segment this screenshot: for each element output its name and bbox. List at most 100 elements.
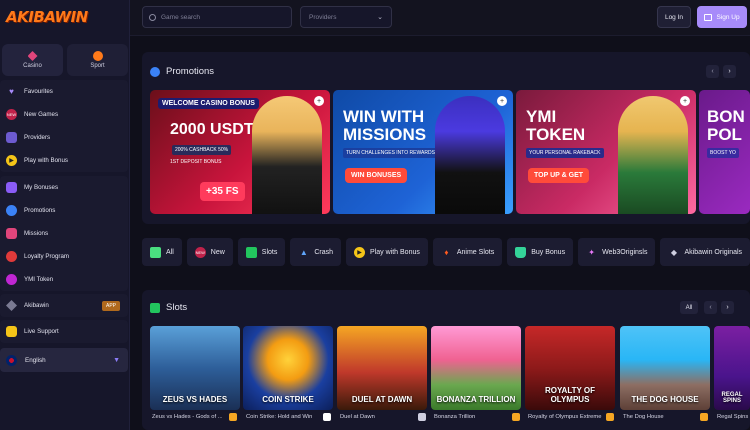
sidebar-item-label: Missions — [24, 230, 49, 237]
chip-label: Anime Slots — [456, 248, 495, 256]
slots-header: Slots — [150, 302, 187, 313]
chip-label: New — [210, 248, 225, 256]
plus-icon[interactable]: + — [497, 96, 507, 106]
promo-card-ymi-token[interactable]: YMI TOKEN YOUR PERSONAL RAKEBACK TOP UP … — [516, 90, 696, 214]
chip-new[interactable]: NEW New — [186, 238, 233, 266]
promo-card-bonus-pool[interactable]: BON POL BOOST YO — [699, 90, 750, 214]
plus-icon[interactable]: + — [314, 96, 324, 106]
promo-cta[interactable]: WIN BONUSES — [345, 168, 408, 183]
game-card-duel-at-dawn[interactable]: DUEL AT DAWN — [337, 326, 427, 410]
promo-card-missions[interactable]: WIN WITH MISSIONS TURN CHALLENGES INTO R… — [333, 90, 513, 214]
chip-anime-slots[interactable]: ♦ Anime Slots — [432, 238, 503, 266]
game-name[interactable]: Zeus vs Hades - Gods of ... — [152, 414, 222, 420]
plus-icon[interactable]: + — [680, 96, 690, 106]
game-name[interactable]: Bonanza Trillion — [434, 414, 504, 420]
signup-button[interactable]: Sign Up — [697, 6, 747, 28]
game-card-the-dog-house[interactable]: THE DOG HOUSE — [620, 326, 710, 410]
game-name[interactable]: Coin Strike: Hold and Win — [246, 414, 318, 420]
promo-line1: WIN WITH — [343, 107, 425, 126]
promo-cta[interactable]: TOP UP & GET — [528, 168, 590, 183]
sidebar-item-loyalty[interactable]: Loyalty Program — [0, 245, 128, 268]
game-card-zeus-vs-hades[interactable]: ZEUS VS HADES — [150, 326, 240, 410]
game-card-coin-strike[interactable]: COIN STRIKE — [243, 326, 333, 410]
sidebar-item-ymi-token[interactable]: YMI Token — [0, 268, 128, 291]
sidebar-item-label: Providers — [24, 134, 51, 141]
category-chip-bar: All NEW New Slots ▲ Crash ▶ Play with Bo… — [142, 238, 750, 266]
sidebar-item-label: Akibawin — [24, 302, 49, 309]
rocket-icon: ▲ — [299, 247, 308, 257]
sidebar-item-akibawin[interactable]: Akibawin APP — [0, 294, 128, 317]
akibawin-icon: ◆ — [670, 247, 678, 257]
loyalty-icon — [6, 251, 17, 262]
app-root: AKIBAWIN Casino Sport ♥ Favourites NEW N… — [0, 0, 750, 430]
sidebar-item-new-games[interactable]: NEW New Games — [0, 103, 128, 126]
promo-character-image — [252, 96, 322, 214]
signup-label: Sign Up — [716, 13, 740, 21]
chip-buy-bonus[interactable]: Buy Bonus — [507, 238, 574, 266]
pragmatic-icon — [700, 413, 708, 421]
chat-icon — [6, 326, 17, 337]
hacksaw-icon — [418, 413, 426, 421]
playson-icon — [323, 413, 331, 421]
sidebar-item-promotions[interactable]: Promotions — [0, 199, 128, 222]
slots-title: Slots — [166, 302, 188, 313]
chip-label: Slots — [261, 248, 278, 256]
providers-dropdown[interactable]: Providers ⌄ — [300, 6, 392, 28]
language-label: English — [25, 356, 46, 364]
chip-web3-originals[interactable]: ✦ Web3Originsls — [578, 238, 656, 266]
promotion-icon — [6, 205, 17, 216]
promo-line3: TURN CHALLENGES INTO REWARDS — [343, 148, 438, 158]
sidebar-item-providers[interactable]: Providers — [0, 126, 128, 149]
search-input[interactable]: Game search — [142, 6, 292, 28]
sidebar-item-label: My Bonuses — [24, 184, 59, 191]
akibawin-icon — [6, 300, 17, 311]
sidebar-item-missions[interactable]: Missions — [0, 222, 128, 245]
game-card-regal-spins[interactable]: REGAL SPINS — [714, 326, 750, 410]
promotions-title: Promotions — [166, 66, 215, 77]
chip-crash[interactable]: ▲ Crash — [290, 238, 342, 266]
promo-cta[interactable]: +35 FS — [200, 182, 245, 201]
chip-play-with-bonus[interactable]: ▶ Play with Bonus — [346, 238, 428, 266]
game-name[interactable]: The Dog House — [623, 414, 693, 420]
chip-slots[interactable]: Slots — [237, 238, 286, 266]
web3-icon: ✦ — [588, 247, 595, 257]
game-name[interactable]: Royalty of Olympus Extreme — [528, 414, 606, 420]
slots-next-button[interactable]: › — [721, 301, 734, 314]
providers-icon — [6, 132, 17, 143]
chip-all[interactable]: All — [142, 238, 182, 266]
game-name[interactable]: Duel at Dawn — [340, 414, 410, 420]
topbar: Game search Providers ⌄ Log In Sign Up — [130, 0, 750, 36]
tab-casino[interactable]: Casino — [2, 44, 63, 76]
promotions-prev-button[interactable]: ‹ — [706, 65, 719, 78]
chip-akibawin-originals[interactable]: ◆ Akibawin Originals — [660, 238, 750, 266]
app-badge[interactable]: APP — [101, 300, 120, 311]
sidebar-item-label: YMI Token — [24, 276, 54, 283]
chevron-down-icon: ⌄ — [377, 14, 383, 21]
login-button[interactable]: Log In — [657, 6, 691, 28]
sidebar-item-favourites[interactable]: ♥ Favourites — [0, 80, 128, 103]
chip-label: Crash — [314, 248, 334, 256]
promo-line3: BOOST YO — [707, 148, 739, 158]
chevron-down-icon: ▼ — [113, 356, 120, 364]
sidebar-item-label: Promotions — [24, 207, 56, 214]
nav-group-support: Live Support — [0, 320, 128, 343]
language-selector[interactable]: English ▼ — [0, 348, 128, 372]
promo-line2: MISSIONS — [343, 125, 427, 144]
sidebar-item-play-with-bonus[interactable]: ▶ Play with Bonus — [0, 149, 128, 172]
sidebar-item-label: Play with Bonus — [24, 157, 69, 164]
missions-icon — [6, 228, 17, 239]
tab-sport[interactable]: Sport — [67, 44, 128, 76]
game-card-royalty-of-olympus[interactable]: ROYALTY OF OLYMPUS — [525, 326, 615, 410]
brand-logo[interactable]: AKIBAWIN — [6, 8, 88, 26]
play-icon: ▶ — [354, 246, 366, 258]
promo-card-welcome[interactable]: WELCOME CASINO BONUS 2000 USDT 200% CASH… — [150, 90, 330, 214]
sidebar-item-my-bonuses[interactable]: My Bonuses — [0, 176, 128, 199]
slots-all-button[interactable]: All — [680, 301, 698, 314]
game-name[interactable]: Regal Spins — [717, 414, 750, 420]
bonus-icon — [6, 182, 17, 193]
slots-prev-button[interactable]: ‹ — [704, 301, 717, 314]
promo-line2: POL — [707, 125, 742, 144]
sidebar-item-live-support[interactable]: Live Support — [0, 320, 128, 343]
game-card-bonanza-trillion[interactable]: BONANZA TRILLION — [431, 326, 521, 410]
promotions-next-button[interactable]: › — [723, 65, 736, 78]
